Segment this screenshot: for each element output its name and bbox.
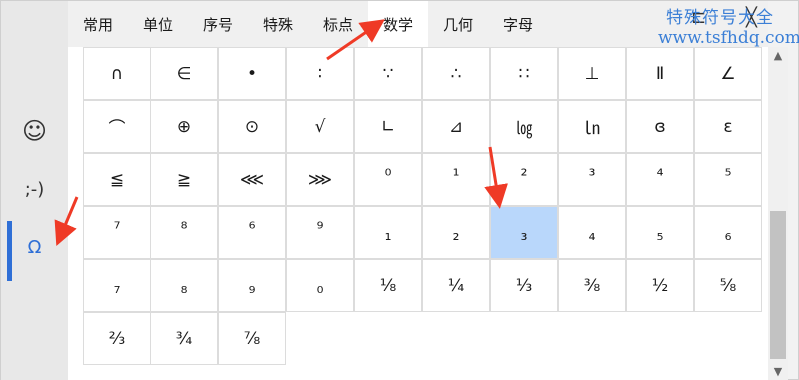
symbol-cell[interactable]: ⅔ [83, 312, 151, 365]
symbol-cell[interactable]: ∶ [286, 47, 354, 100]
symbol-cell[interactable]: Ⅱ [626, 47, 694, 100]
symbol-cell[interactable]: ⅛ [354, 259, 422, 312]
symbol-grid: ∩ ∈ • ∶ ∵ ∴ ∷ ⊥ Ⅱ ∠ ⌒ ⊕ ⊙ √ ∟ ⊿ ㏒ ㏑ ɞ ɛ … [68, 47, 768, 380]
symbol-cell-selected[interactable]: ₃ [490, 206, 558, 259]
emoticon-icon: ;-) [24, 178, 45, 200]
symbol-cell[interactable]: ₄ [558, 206, 626, 259]
symbol-cell[interactable]: ⌒ [83, 100, 151, 153]
symbol-cell[interactable]: ㏑ [558, 100, 626, 153]
symbol-cell[interactable]: ³ [558, 153, 626, 206]
symbol-cell[interactable]: ² [490, 153, 558, 206]
symbol-cell[interactable]: ₅ [626, 206, 694, 259]
symbol-cell[interactable]: ⊿ [422, 100, 490, 153]
symbol-cell[interactable]: ⁴ [626, 153, 694, 206]
symbol-cell[interactable]: ⅞ [218, 312, 286, 365]
symbol-cell[interactable]: ㏒ [490, 100, 558, 153]
symbol-cell[interactable]: ⅝ [694, 259, 762, 312]
rail-emoticon-item[interactable]: ;-) [1, 163, 68, 215]
symbol-cell[interactable]: ₈ [150, 259, 218, 312]
symbol-cell[interactable]: ¹ [422, 153, 490, 206]
tab-geometry[interactable]: 几何 [428, 1, 488, 47]
symbol-omega-icon: Ω [27, 236, 42, 258]
symbol-cell[interactable]: ∴ [422, 47, 490, 100]
symbol-cell[interactable]: ⅓ [490, 259, 558, 312]
watermark-title: 特殊符号大全 [666, 8, 774, 28]
symbol-cell[interactable]: ₉ [218, 259, 286, 312]
symbol-cell[interactable]: ⊥ [558, 47, 626, 100]
symbol-cell[interactable]: ₂ [422, 206, 490, 259]
tab-math[interactable]: 数学 [368, 1, 428, 47]
symbol-cell[interactable]: ∟ [354, 100, 422, 153]
symbol-cell[interactable]: ⁸ [150, 206, 218, 259]
category-rail: ☺ ;-) Ω [1, 1, 68, 380]
symbol-cell[interactable]: ∈ [150, 47, 218, 100]
symbol-cell[interactable]: ⋘ [218, 153, 286, 206]
symbol-cell[interactable]: ⊙ [218, 100, 286, 153]
rail-symbol-item[interactable]: Ω [1, 221, 68, 281]
symbol-cell[interactable]: ∠ [694, 47, 762, 100]
symbol-cell[interactable]: ₆ [694, 206, 762, 259]
symbol-cell[interactable]: ¾ [150, 312, 218, 365]
symbol-cell[interactable]: ⁰ [354, 153, 422, 206]
symbol-cell[interactable]: ₀ [286, 259, 354, 312]
scroll-down-icon[interactable]: ▼ [768, 363, 788, 379]
vertical-scrollbar[interactable]: ▲ ▼ [768, 47, 788, 380]
rail-emoji-item[interactable]: ☺ [1, 105, 68, 157]
symbol-cell[interactable]: ɛ [694, 100, 762, 153]
scroll-up-icon[interactable]: ▲ [768, 47, 788, 63]
symbol-cell[interactable]: ½ [626, 259, 694, 312]
symbol-cell[interactable]: ¼ [422, 259, 490, 312]
tab-ordinals[interactable]: 序号 [188, 1, 248, 47]
symbol-cell[interactable]: ₁ [354, 206, 422, 259]
symbol-cell[interactable]: ⋙ [286, 153, 354, 206]
tab-letters[interactable]: 字母 [488, 1, 548, 47]
tab-punctuation[interactable]: 标点 [308, 1, 368, 47]
symbol-cell[interactable]: ⁹ [286, 206, 354, 259]
symbol-cell[interactable]: ⊕ [150, 100, 218, 153]
symbol-cell[interactable]: ⁶ [218, 206, 286, 259]
symbol-cell[interactable]: ⁵ [694, 153, 762, 206]
tab-common[interactable]: 常用 [68, 1, 128, 47]
symbol-cell[interactable]: ɞ [626, 100, 694, 153]
tab-special[interactable]: 特殊 [248, 1, 308, 47]
symbol-panel-window: ☺ ;-) Ω 常用 单位 序号 特殊 标点 数学 几何 字母 ⊏ ╳ 特殊符号… [0, 0, 799, 380]
symbol-cell[interactable]: ⅜ [558, 259, 626, 312]
symbol-cell[interactable]: ∷ [490, 47, 558, 100]
symbol-cell[interactable]: ⁷ [83, 206, 151, 259]
symbol-cell[interactable]: ₇ [83, 259, 151, 312]
tab-units[interactable]: 单位 [128, 1, 188, 47]
symbol-cell[interactable]: ≧ [150, 153, 218, 206]
symbol-cell[interactable]: ∵ [354, 47, 422, 100]
symbol-cell[interactable]: • [218, 47, 286, 100]
emoji-icon: ☺ [21, 117, 48, 145]
watermark-url: www.tsfhdq.com [658, 28, 799, 48]
scrollbar-thumb[interactable] [770, 211, 786, 359]
symbol-cell[interactable]: ≦ [83, 153, 151, 206]
symbol-cell[interactable]: ∩ [83, 47, 151, 100]
symbol-cell[interactable]: √ [286, 100, 354, 153]
